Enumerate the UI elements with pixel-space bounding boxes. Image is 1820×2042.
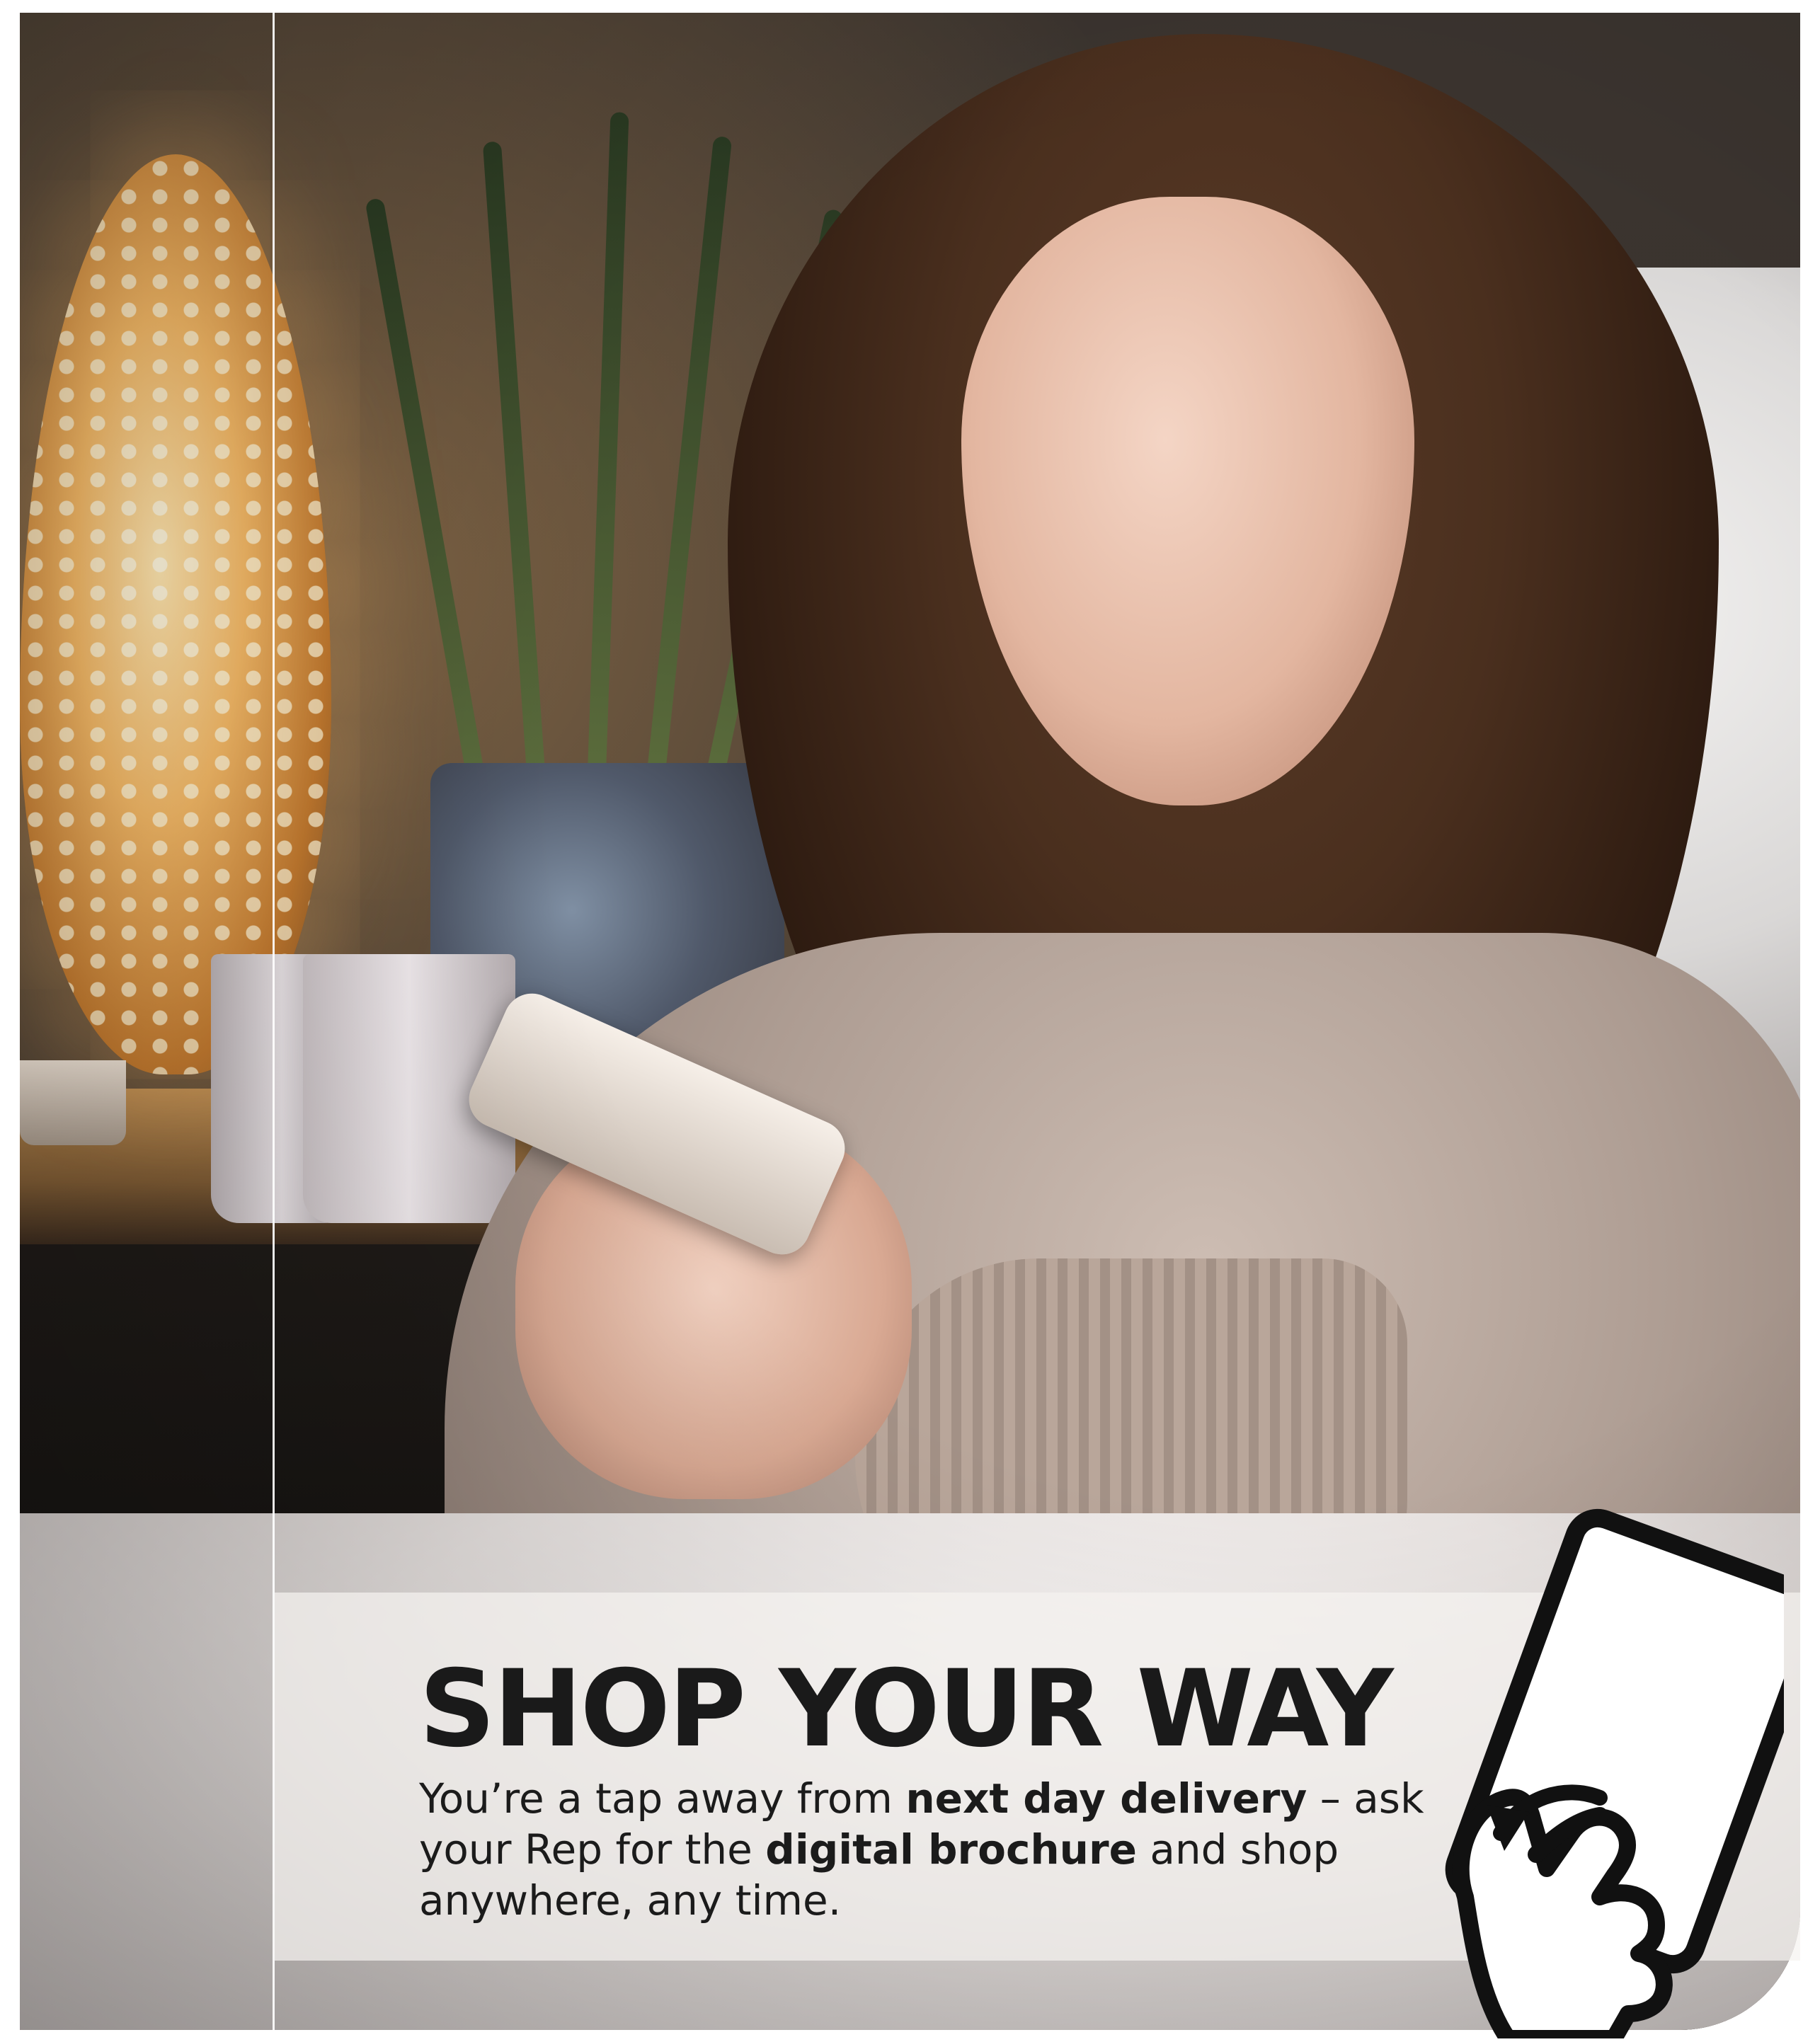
headline: SHOP YOUR WAY — [419, 1648, 1394, 1771]
body-copy: You’re a tap away from next day delivery… — [419, 1773, 1467, 1926]
body-bold-text: next day delivery — [905, 1774, 1307, 1823]
body-bold-text: digital brochure — [765, 1825, 1137, 1874]
lamp-base — [20, 1060, 126, 1145]
body-text: You’re a tap away from — [419, 1774, 906, 1823]
phone-tap-icon — [1445, 1508, 1784, 2038]
hand-icon — [1452, 1789, 1673, 2038]
